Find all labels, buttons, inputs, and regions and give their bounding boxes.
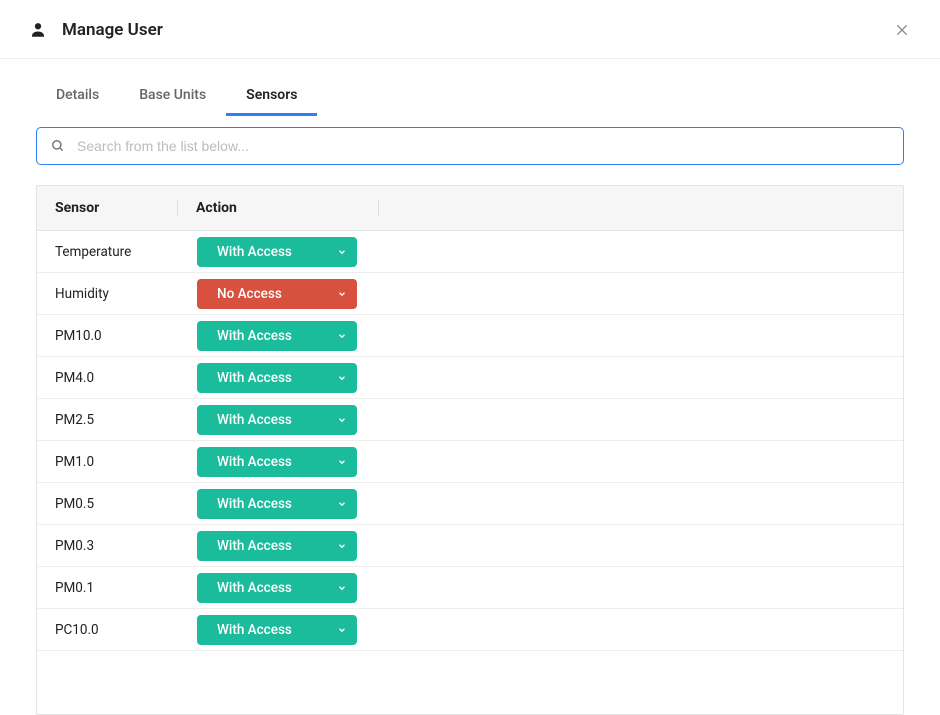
chevron-down-icon bbox=[337, 247, 347, 257]
access-select[interactable]: No Access bbox=[197, 279, 357, 309]
action-cell: With Access bbox=[177, 447, 377, 477]
access-select[interactable]: With Access bbox=[197, 321, 357, 351]
access-label: With Access bbox=[217, 370, 292, 386]
action-cell: With Access bbox=[177, 531, 377, 561]
access-select[interactable]: With Access bbox=[197, 237, 357, 267]
access-select[interactable]: With Access bbox=[197, 573, 357, 603]
sensor-table: Sensor Action Temperature With Access Humi… bbox=[36, 185, 904, 715]
close-button[interactable] bbox=[892, 20, 912, 40]
column-header-sensor[interactable]: Sensor bbox=[37, 200, 177, 216]
chevron-down-icon bbox=[337, 583, 347, 593]
access-label: With Access bbox=[217, 412, 292, 428]
chevron-down-icon bbox=[337, 457, 347, 467]
table-row: PM2.5 With Access bbox=[37, 399, 903, 441]
chevron-down-icon bbox=[337, 625, 347, 635]
column-divider bbox=[378, 200, 379, 216]
access-select[interactable]: With Access bbox=[197, 531, 357, 561]
access-label: With Access bbox=[217, 622, 292, 638]
access-select[interactable]: With Access bbox=[197, 447, 357, 477]
tab-base-units[interactable]: Base Units bbox=[119, 75, 226, 116]
tabs: DetailsBase UnitsSensors bbox=[36, 75, 904, 117]
modal-header: Manage User bbox=[0, 0, 940, 59]
table-row: PM0.5 With Access bbox=[37, 483, 903, 525]
table-row: PM4.0 With Access bbox=[37, 357, 903, 399]
table-row: PM0.1 With Access bbox=[37, 567, 903, 609]
modal-title: Manage User bbox=[62, 20, 163, 40]
manage-user-modal: Manage User DetailsBase UnitsSensors Sen… bbox=[0, 0, 940, 715]
action-cell: No Access bbox=[177, 279, 377, 309]
access-select[interactable]: With Access bbox=[197, 615, 357, 645]
tab-sensors[interactable]: Sensors bbox=[226, 75, 317, 116]
access-select[interactable]: With Access bbox=[197, 405, 357, 435]
table-body[interactable]: Temperature With Access Humidity No Access P… bbox=[37, 231, 903, 714]
tab-details[interactable]: Details bbox=[36, 75, 119, 116]
action-cell: With Access bbox=[177, 573, 377, 603]
sensor-name: PM10.0 bbox=[37, 328, 177, 344]
action-cell: With Access bbox=[177, 321, 377, 351]
table-row: PM1.0 With Access bbox=[37, 441, 903, 483]
action-cell: With Access bbox=[177, 615, 377, 645]
search-icon bbox=[51, 139, 65, 153]
access-select[interactable]: With Access bbox=[197, 489, 357, 519]
action-cell: With Access bbox=[177, 363, 377, 393]
table-row: PM0.3 With Access bbox=[37, 525, 903, 567]
action-cell: With Access bbox=[177, 405, 377, 435]
search-field[interactable] bbox=[36, 127, 904, 165]
user-icon bbox=[28, 20, 48, 40]
sensor-name: PM0.1 bbox=[37, 580, 177, 596]
modal-body: DetailsBase UnitsSensors Sensor Action T… bbox=[0, 59, 940, 715]
sensor-name: PM4.0 bbox=[37, 370, 177, 386]
access-label: With Access bbox=[217, 454, 292, 470]
table-row: PC10.0 With Access bbox=[37, 609, 903, 651]
access-label: With Access bbox=[217, 580, 292, 596]
chevron-down-icon bbox=[337, 499, 347, 509]
access-select[interactable]: With Access bbox=[197, 363, 357, 393]
column-header-action[interactable]: Action bbox=[178, 200, 378, 216]
sensor-name: PM0.3 bbox=[37, 538, 177, 554]
chevron-down-icon bbox=[337, 541, 347, 551]
chevron-down-icon bbox=[337, 331, 347, 341]
table-row: PM10.0 With Access bbox=[37, 315, 903, 357]
table-row: Temperature With Access bbox=[37, 231, 903, 273]
table-row: Humidity No Access bbox=[37, 273, 903, 315]
sensor-name: PM0.5 bbox=[37, 496, 177, 512]
chevron-down-icon bbox=[337, 415, 347, 425]
access-label: With Access bbox=[217, 538, 292, 554]
action-cell: With Access bbox=[177, 489, 377, 519]
sensor-name: PM2.5 bbox=[37, 412, 177, 428]
table-header: Sensor Action bbox=[37, 186, 903, 231]
access-label: With Access bbox=[217, 244, 292, 260]
sensor-name: Humidity bbox=[37, 286, 177, 302]
chevron-down-icon bbox=[337, 289, 347, 299]
sensor-name: Temperature bbox=[37, 244, 177, 260]
sensor-name: PM1.0 bbox=[37, 454, 177, 470]
access-label: With Access bbox=[217, 328, 292, 344]
chevron-down-icon bbox=[337, 373, 347, 383]
access-label: No Access bbox=[217, 286, 282, 302]
sensor-name: PC10.0 bbox=[37, 622, 177, 638]
search-input[interactable] bbox=[77, 138, 889, 154]
action-cell: With Access bbox=[177, 237, 377, 267]
access-label: With Access bbox=[217, 496, 292, 512]
